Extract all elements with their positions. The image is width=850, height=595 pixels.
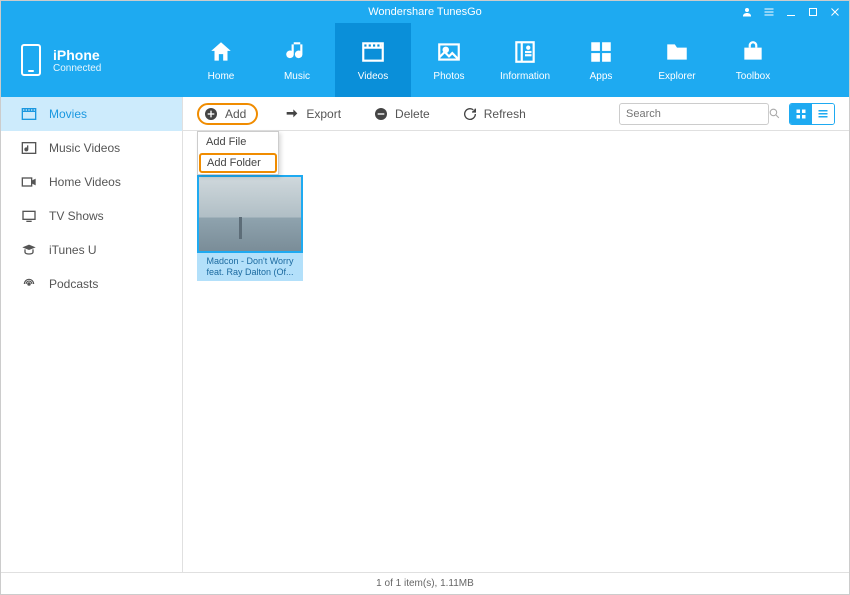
status-text: 1 of 1 item(s), 1.11MB <box>376 578 474 589</box>
sidebar: Movies Music Videos Home Videos TV Shows… <box>1 97 183 572</box>
nav-information[interactable]: Information <box>487 23 563 97</box>
thumbnail-label: Madcon - Don't Worry feat. Ray Dalton (O… <box>197 253 303 281</box>
home-icon <box>208 39 234 65</box>
video-thumbnail[interactable]: Madcon - Don't Worry feat. Ray Dalton (O… <box>197 175 303 281</box>
nav-label: Toolbox <box>736 71 770 82</box>
nav-photos[interactable]: Photos <box>411 23 487 97</box>
tv-icon <box>21 209 37 223</box>
statusbar: 1 of 1 item(s), 1.11MB <box>1 572 849 594</box>
nav-label: Apps <box>590 71 613 82</box>
export-button[interactable]: Export <box>278 103 347 125</box>
export-icon <box>284 106 300 122</box>
app-title: Wondershare TunesGo <box>368 6 482 18</box>
add-file-item[interactable]: Add File <box>198 132 278 152</box>
information-icon <box>512 39 538 65</box>
sidebar-item-music-videos[interactable]: Music Videos <box>1 131 182 165</box>
device-text: iPhone Connected <box>53 47 101 74</box>
nav-label: Photos <box>433 71 464 82</box>
nav-label: Explorer <box>658 71 695 82</box>
search-icon[interactable] <box>768 107 781 120</box>
device-status: Connected <box>53 63 101 74</box>
sidebar-label: Podcasts <box>49 277 98 291</box>
sidebar-item-podcasts[interactable]: Podcasts <box>1 267 182 301</box>
itunes-u-icon <box>21 243 37 257</box>
nav-explorer[interactable]: Explorer <box>639 23 715 97</box>
thumb-line1: Madcon - Don't Worry <box>199 256 301 267</box>
nav-music[interactable]: Music <box>259 23 335 97</box>
menu-icon[interactable] <box>763 6 775 18</box>
nav-label: Information <box>500 71 550 82</box>
music-videos-icon <box>21 141 37 155</box>
nav-label: Home <box>208 71 235 82</box>
view-toggle <box>789 103 835 125</box>
add-button[interactable]: Add <box>197 103 258 125</box>
nav-label: Music <box>284 71 310 82</box>
minimize-button[interactable] <box>785 6 797 18</box>
toolbar: Add Export Delete Refresh <box>183 97 849 131</box>
export-label: Export <box>306 107 341 121</box>
close-button[interactable] <box>829 6 841 18</box>
nav-home[interactable]: Home <box>183 23 259 97</box>
sidebar-label: Movies <box>49 107 87 121</box>
nav-items: Home Music Videos Photos Information App… <box>183 23 849 97</box>
thumb-line2: feat. Ray Dalton (Of... <box>199 267 301 278</box>
add-label: Add <box>225 107 246 121</box>
maximize-button[interactable] <box>807 6 819 18</box>
search-input[interactable] <box>626 108 768 120</box>
videos-icon <box>360 39 386 65</box>
list-view-button[interactable] <box>812 104 834 124</box>
search-box[interactable] <box>619 103 769 125</box>
body: Movies Music Videos Home Videos TV Shows… <box>1 97 849 572</box>
sidebar-item-home-videos[interactable]: Home Videos <box>1 165 182 199</box>
movies-icon <box>21 107 37 121</box>
sidebar-label: Home Videos <box>49 175 121 189</box>
top-nav: iPhone Connected Home Music Videos Photo… <box>1 23 849 97</box>
grid-view-button[interactable] <box>790 104 812 124</box>
sidebar-label: TV Shows <box>49 209 104 223</box>
user-icon[interactable] <box>741 6 753 18</box>
phone-icon <box>21 44 41 76</box>
photos-icon <box>436 39 462 65</box>
delete-label: Delete <box>395 107 430 121</box>
podcasts-icon <box>21 277 37 291</box>
apps-icon <box>588 39 614 65</box>
add-dropdown: Add File Add Folder <box>197 131 279 175</box>
home-videos-icon <box>21 175 37 189</box>
refresh-icon <box>462 106 478 122</box>
refresh-label: Refresh <box>484 107 526 121</box>
sidebar-label: iTunes U <box>49 243 97 257</box>
refresh-button[interactable]: Refresh <box>456 103 532 125</box>
window-controls <box>741 6 841 18</box>
sidebar-item-tv-shows[interactable]: TV Shows <box>1 199 182 233</box>
delete-button[interactable]: Delete <box>367 103 436 125</box>
device-panel[interactable]: iPhone Connected <box>1 23 183 97</box>
plus-circle-icon <box>203 106 219 122</box>
toolbox-icon <box>740 39 766 65</box>
sidebar-item-itunes-u[interactable]: iTunes U <box>1 233 182 267</box>
thumbnail-image <box>197 175 303 253</box>
nav-label: Videos <box>358 71 388 82</box>
sidebar-label: Music Videos <box>49 141 120 155</box>
nav-videos[interactable]: Videos <box>335 23 411 97</box>
device-name: iPhone <box>53 47 101 63</box>
nav-apps[interactable]: Apps <box>563 23 639 97</box>
music-icon <box>284 39 310 65</box>
add-folder-item[interactable]: Add Folder <box>199 153 277 173</box>
nav-toolbox[interactable]: Toolbox <box>715 23 791 97</box>
main: Add Export Delete Refresh <box>183 97 849 572</box>
titlebar: Wondershare TunesGo <box>1 1 849 23</box>
explorer-icon <box>664 39 690 65</box>
content-area: Madcon - Don't Worry feat. Ray Dalton (O… <box>183 131 849 572</box>
sidebar-item-movies[interactable]: Movies <box>1 97 182 131</box>
minus-circle-icon <box>373 106 389 122</box>
